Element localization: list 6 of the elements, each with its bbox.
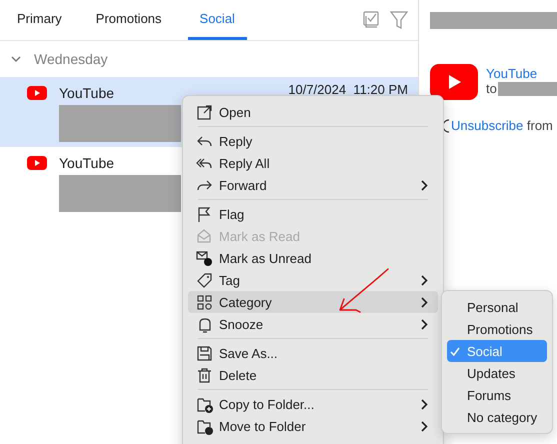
message-date: 10/7/2024 11:20 PM bbox=[288, 82, 408, 97]
sender-name: YouTube bbox=[59, 155, 114, 171]
sender-name: YouTube bbox=[59, 85, 114, 101]
unsubscribe-text: Unsubscribe from bbox=[451, 118, 553, 133]
group-header: Wednesday bbox=[34, 51, 108, 67]
recipient-label: to bbox=[486, 81, 497, 96]
